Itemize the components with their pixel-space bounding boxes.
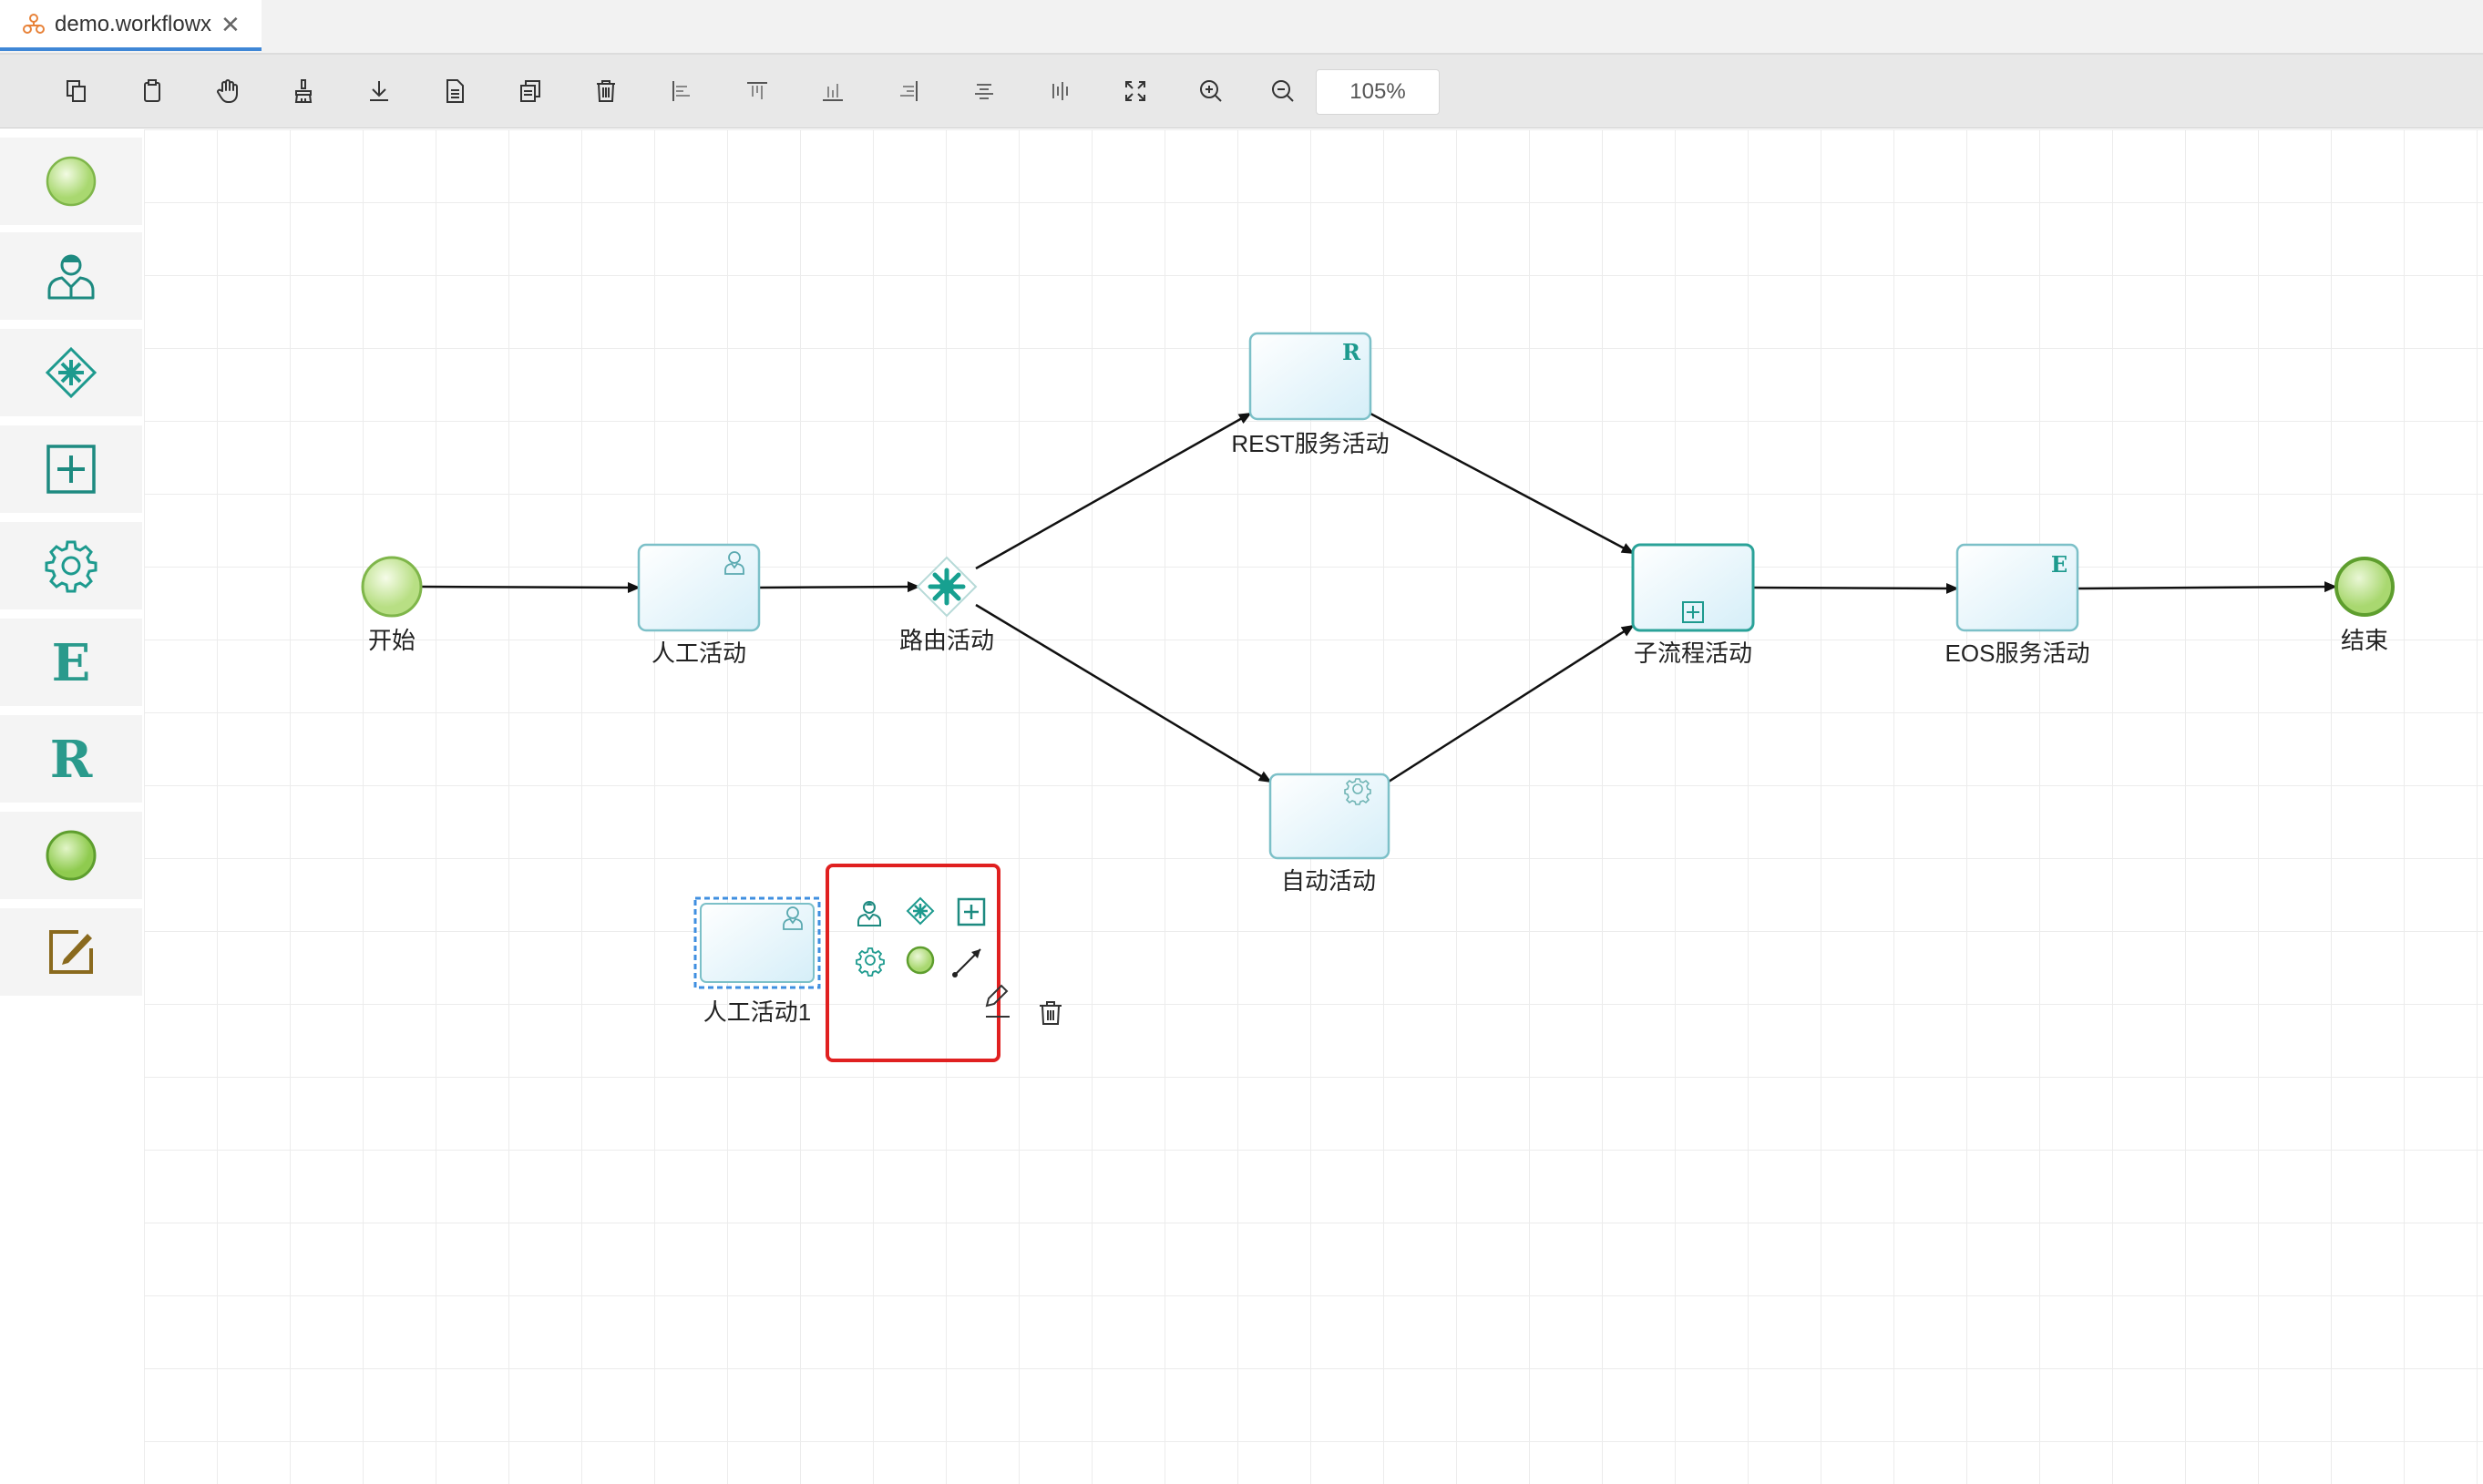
subprocess-activity-node[interactable]: 子流程活动 xyxy=(1631,543,1755,667)
fullscreen-icon xyxy=(1125,81,1145,101)
tab-bar: demo.workflowx ✕ xyxy=(0,0,2483,55)
user-icon xyxy=(47,254,95,300)
svg-text:E: E xyxy=(52,633,91,691)
zoom-out-button[interactable] xyxy=(1263,71,1303,111)
align-center-icon xyxy=(975,84,993,99)
pan-button[interactable] xyxy=(208,71,248,111)
duplicate-icon xyxy=(520,80,540,102)
flow-route-auto[interactable] xyxy=(975,603,1272,783)
rest-service-activity-label: REST服务活动 xyxy=(1231,430,1389,457)
zoom-out-icon xyxy=(1272,80,1294,102)
end-event[interactable]: 结束 xyxy=(2334,557,2395,654)
align-middle-icon xyxy=(1052,82,1068,100)
connect-icon[interactable] xyxy=(952,948,981,977)
auto-activity-node[interactable]: 自动活动 xyxy=(1268,773,1390,895)
paste-button[interactable] xyxy=(132,71,172,111)
workflow-diagram: 开始 人工活动 路由活动 R REST服务活动 自动活动 子流程活动 E EOS… xyxy=(361,332,2395,1062)
context-pad xyxy=(826,864,1062,1062)
subprocess-activity-label: 子流程活动 xyxy=(1634,640,1752,667)
align-right-button[interactable] xyxy=(888,71,929,111)
delete-button[interactable] xyxy=(586,71,626,111)
download-icon xyxy=(370,81,388,101)
palette-end-event[interactable] xyxy=(0,812,142,899)
flow-manual-route[interactable] xyxy=(758,581,920,593)
align-bottom-button[interactable] xyxy=(813,71,853,111)
zoom-in-button[interactable] xyxy=(1191,71,1231,111)
hand-icon xyxy=(217,79,238,103)
document-icon xyxy=(446,79,464,103)
align-left-button[interactable] xyxy=(662,71,702,111)
palette-rest-service-activity[interactable]: R xyxy=(0,715,142,803)
start-event-label: 开始 xyxy=(368,627,416,654)
align-right-icon xyxy=(900,81,918,101)
manual-activity-1-node[interactable]: 人工活动1 xyxy=(693,896,821,1026)
route-activity-node[interactable]: 路由活动 xyxy=(899,556,994,654)
download-button[interactable] xyxy=(359,71,399,111)
route-activity-label: 路由活动 xyxy=(899,627,994,654)
gateway-icon xyxy=(45,346,97,399)
manual-activity-label: 人工活动 xyxy=(652,640,746,667)
diagram-canvas[interactable]: 开始 人工活动 路由活动 R REST服务活动 自动活动 子流程活动 E EOS… xyxy=(144,129,2483,1484)
eos-service-icon: E xyxy=(52,633,91,691)
manual-activity-node[interactable]: 人工活动 xyxy=(637,543,761,667)
palette-route-activity[interactable] xyxy=(0,329,142,416)
toolbar: 105% xyxy=(0,55,2483,128)
clear-button[interactable] xyxy=(283,71,323,111)
zoom-level-field[interactable]: 105% xyxy=(1316,69,1440,115)
align-bottom-icon xyxy=(823,84,843,101)
align-center-button[interactable] xyxy=(964,71,1004,111)
clipboard-icon xyxy=(144,79,160,102)
align-left-icon xyxy=(672,81,690,101)
edit-note-icon xyxy=(49,930,93,974)
tab-demo-workflowx[interactable]: demo.workflowx ✕ xyxy=(0,0,262,51)
fit-button[interactable] xyxy=(1115,71,1155,111)
manual-activity-1-label: 人工活动1 xyxy=(703,998,811,1026)
eos-service-activity-node[interactable]: E EOS服务活动 xyxy=(1945,543,2090,667)
rest-service-icon: R xyxy=(50,730,93,788)
start-event-icon xyxy=(46,156,97,207)
duplicate-button[interactable] xyxy=(510,71,550,111)
flow-start-manual[interactable] xyxy=(420,581,641,593)
end-event-icon xyxy=(46,830,97,881)
brush-icon xyxy=(294,79,313,103)
flow-route-rest[interactable] xyxy=(975,412,1252,570)
palette-subprocess-activity[interactable] xyxy=(0,425,142,513)
flow-rest-sub[interactable] xyxy=(1370,412,1635,555)
palette-auto-activity[interactable] xyxy=(0,522,142,609)
end-event-label: 结束 xyxy=(2341,627,2388,654)
gear-icon xyxy=(45,540,97,593)
trash-icon[interactable] xyxy=(1040,1001,1062,1025)
append-end-event-icon[interactable] xyxy=(906,946,935,975)
rest-badge-icon: R xyxy=(1342,339,1361,365)
document-button[interactable] xyxy=(435,71,475,111)
align-middle-button[interactable] xyxy=(1040,71,1080,111)
auto-activity-label: 自动活动 xyxy=(1281,867,1376,895)
element-palette: E R xyxy=(0,129,142,1484)
workflow-file-icon xyxy=(23,14,45,34)
palette-start-event[interactable] xyxy=(0,138,142,225)
align-top-icon xyxy=(747,82,767,99)
start-event[interactable]: 开始 xyxy=(361,556,423,654)
append-auto-activity-icon[interactable] xyxy=(856,947,885,977)
zoom-in-icon xyxy=(1200,80,1222,102)
tab-title: demo.workflowx xyxy=(55,12,212,36)
append-route-icon[interactable] xyxy=(906,896,935,926)
rest-service-activity-node[interactable]: R REST服务活动 xyxy=(1231,332,1390,457)
append-manual-activity-icon[interactable] xyxy=(857,901,881,926)
close-icon[interactable]: ✕ xyxy=(221,11,241,38)
eos-badge-icon: E xyxy=(2051,551,2067,578)
eos-service-activity-label: EOS服务活动 xyxy=(1945,640,2090,667)
flow-eos-end[interactable] xyxy=(2077,581,2337,593)
append-subprocess-icon[interactable] xyxy=(957,897,986,926)
palette-manual-activity[interactable] xyxy=(0,232,142,320)
palette-eos-service-activity[interactable]: E xyxy=(0,619,142,706)
svg-text:R: R xyxy=(50,730,93,788)
plus-square-icon xyxy=(46,445,96,494)
flow-auto-sub[interactable] xyxy=(1388,624,1635,783)
align-top-button[interactable] xyxy=(737,71,777,111)
trash-icon xyxy=(597,80,615,102)
palette-note[interactable] xyxy=(0,908,142,996)
copy-icon xyxy=(67,80,86,102)
copy-button[interactable] xyxy=(56,71,97,111)
